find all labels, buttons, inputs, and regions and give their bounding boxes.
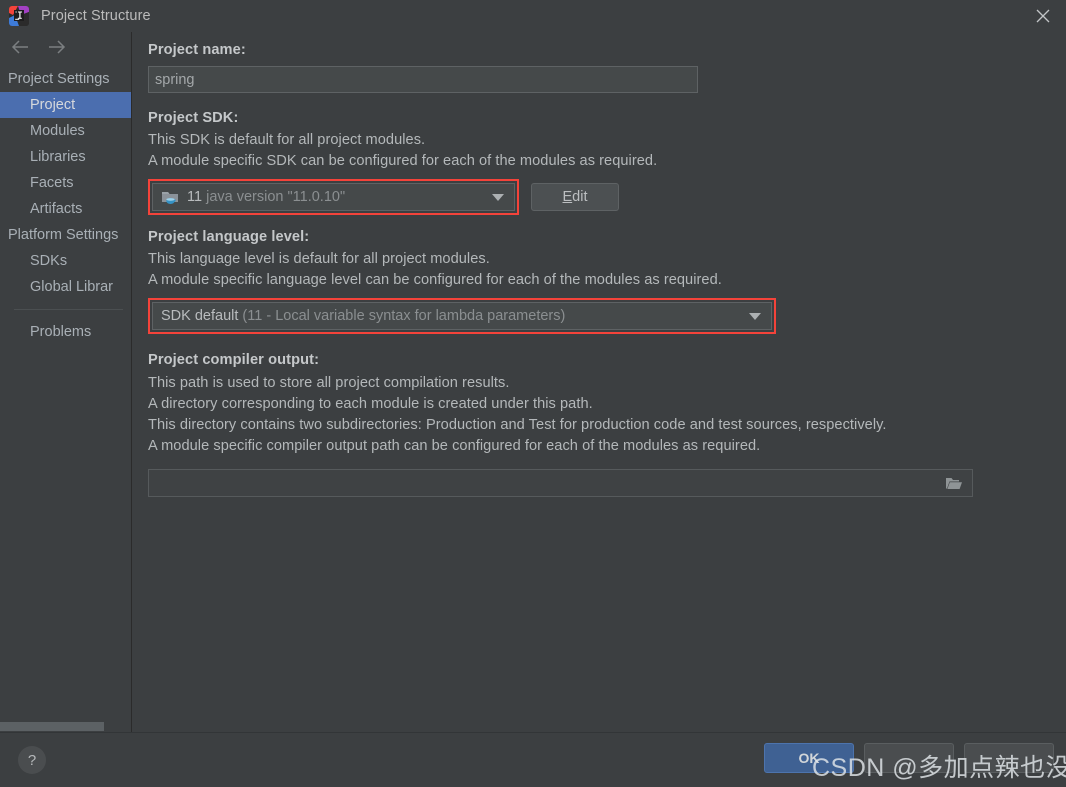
language-level-main: SDK default [161,308,239,324]
sidebar-horizontal-scrollbar[interactable] [0,721,131,732]
arrow-right-icon[interactable] [47,39,67,55]
intellij-idea-logo-icon [9,6,29,26]
language-level-desc-line2: A module specific language level can be … [148,272,722,288]
cancel-button[interactable] [864,743,954,773]
sidebar-scrollbar-thumb[interactable] [0,722,104,731]
sidebar-item-modules[interactable]: Modules [0,118,131,144]
project-sdk-highlight-box: 11 java version "11.0.10" [148,179,519,215]
compiler-output-desc-line1: This path is used to store all project c… [148,375,510,391]
dialog-footer: ? OK [0,732,1066,787]
sidebar-item-sdks[interactable]: SDKs [0,248,131,274]
sidebar-item-facets[interactable]: Facets [0,170,131,196]
sidebar-item-global-libraries[interactable]: Global Librar [0,274,131,300]
language-level-value: SDK default (11 - Local variable syntax … [161,308,565,324]
compiler-output-input[interactable] [148,469,973,497]
arrow-left-icon[interactable] [10,39,30,55]
sidebar-item-problems[interactable]: Problems [0,319,131,345]
chevron-down-icon[interactable] [492,193,504,201]
java-sdk-folder-icon [161,189,180,205]
sidebar-nav-arrows [0,32,131,62]
sidebar: Project Settings Project Modules Librari… [0,32,132,732]
settings-tree: Project Settings Project Modules Librari… [0,62,131,345]
project-sdk-combobox[interactable]: 11 java version "11.0.10" [152,183,515,211]
project-structure-dialog: Project Structure Project Settings Proje… [0,0,1066,787]
project-settings-panel: Project name: spring Project SDK: This S… [133,32,1066,732]
project-sdk-desc-line1: This SDK is default for all project modu… [148,132,426,148]
language-level-combobox[interactable]: SDK default (11 - Local variable syntax … [152,302,772,330]
edit-button-mnemonic: E [562,189,573,205]
compiler-output-desc-line2: A directory corresponding to each module… [148,396,593,412]
apply-button[interactable] [964,743,1054,773]
sidebar-divider [14,309,123,310]
language-level-label: Project language level: [148,229,310,245]
project-sdk-label: Project SDK: [148,110,239,126]
project-name-label: Project name: [148,42,246,58]
edit-sdk-button[interactable]: Edit [531,183,619,211]
language-level-desc-line1: This language level is default for all p… [148,251,490,267]
edit-button-rest: dit [572,189,588,205]
tree-group-platform-settings: Platform Settings [8,227,119,243]
project-name-input[interactable]: spring [148,66,698,93]
language-level-detail: (11 - Local variable syntax for lambda p… [242,308,566,324]
close-icon[interactable] [1020,0,1066,32]
compiler-output-desc-line4: A module specific compiler output path c… [148,438,761,454]
ok-button[interactable]: OK [764,743,854,773]
folder-open-icon[interactable] [941,471,967,495]
compiler-output-desc-line3: This directory contains two subdirectori… [148,417,887,433]
window-title: Project Structure [41,8,151,24]
sidebar-item-project[interactable]: Project [0,92,131,118]
language-level-highlight-box: SDK default (11 - Local variable syntax … [148,298,776,334]
help-label: ? [27,751,37,769]
sidebar-item-artifacts[interactable]: Artifacts [0,196,131,222]
project-sdk-desc-line2: A module specific SDK can be configured … [148,153,658,169]
title-bar: Project Structure [0,0,1066,32]
project-sdk-value: 11 java version "11.0.10" [187,189,345,205]
project-name-value: spring [155,71,195,88]
tree-group-project-settings: Project Settings [8,71,110,87]
footer-buttons: OK [764,743,1054,773]
chevron-down-icon[interactable] [749,312,761,320]
project-sdk-version: 11 [187,189,203,205]
project-sdk-detail: java version "11.0.10" [206,189,346,205]
question-mark-icon[interactable]: ? [18,746,46,774]
sidebar-item-libraries[interactable]: Libraries [0,144,131,170]
compiler-output-label: Project compiler output: [148,352,320,368]
